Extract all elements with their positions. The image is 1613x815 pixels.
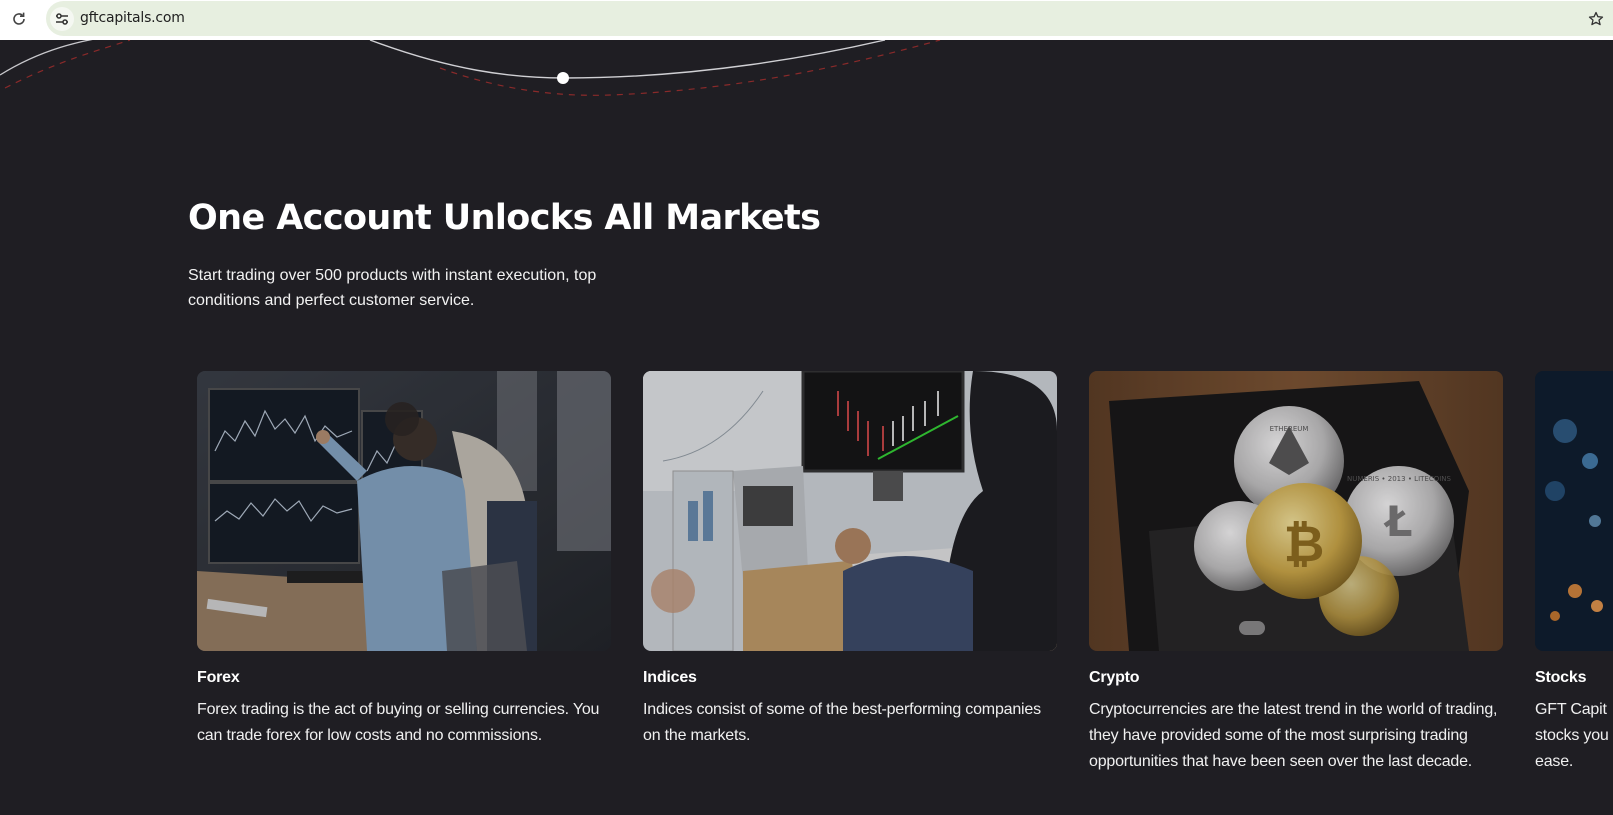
stocks-city-image <box>1535 371 1613 651</box>
indices-image[interactable] <box>643 371 1057 651</box>
url-text[interactable]: gftcapitals.com <box>80 10 185 26</box>
bookmark-button[interactable] <box>1585 8 1607 30</box>
page-content: One Account Unlocks All Markets Start tr… <box>0 40 1613 815</box>
crypto-wallet-image: ETHEREUM NUMERIS • 2013 • LITECOINS Ł ₿ <box>1089 371 1503 651</box>
tune-icon <box>56 13 68 25</box>
site-info-button[interactable] <box>50 7 74 31</box>
section-subtitle: Start trading over 500 products with ins… <box>188 267 597 309</box>
card-title[interactable]: Indices <box>643 669 1057 687</box>
card-description: Forex trading is the act of buying or se… <box>197 701 600 744</box>
forex-image[interactable] <box>197 371 611 651</box>
indices-analyst-image <box>643 371 1057 651</box>
section-title: One Account Unlocks All Markets <box>188 198 821 238</box>
orbit-dot <box>557 72 569 84</box>
card-title[interactable]: Stocks <box>1535 669 1613 687</box>
market-card-forex[interactable]: Forex Forex trading is the act of buying… <box>197 371 611 749</box>
forex-trader-image <box>197 371 611 651</box>
market-card-indices[interactable]: Indices Indices consist of some of the b… <box>643 371 1057 749</box>
card-title[interactable]: Crypto <box>1089 669 1503 687</box>
card-description: GFT Capit stocks you ease. <box>1535 701 1609 770</box>
star-icon <box>1588 11 1604 26</box>
reload-icon <box>13 12 25 25</box>
stocks-image[interactable] <box>1535 371 1613 651</box>
decorative-orbit-lines <box>0 40 941 96</box>
card-description: Cryptocurrencies are the latest trend in… <box>1089 701 1498 770</box>
market-card-stocks[interactable]: Stocks GFT Capit stocks you ease. <box>1535 371 1613 775</box>
card-description: Indices consist of some of the best-perf… <box>643 701 1041 744</box>
reload-button[interactable] <box>8 8 30 30</box>
browser-toolbar: gftcapitals.com <box>0 0 1613 40</box>
card-title[interactable]: Forex <box>197 669 611 687</box>
crypto-image[interactable]: ETHEREUM NUMERIS • 2013 • LITECOINS Ł ₿ <box>1089 371 1503 651</box>
address-bar[interactable]: gftcapitals.com <box>46 1 1613 36</box>
market-card-crypto[interactable]: ETHEREUM NUMERIS • 2013 • LITECOINS Ł ₿ … <box>1089 371 1503 775</box>
